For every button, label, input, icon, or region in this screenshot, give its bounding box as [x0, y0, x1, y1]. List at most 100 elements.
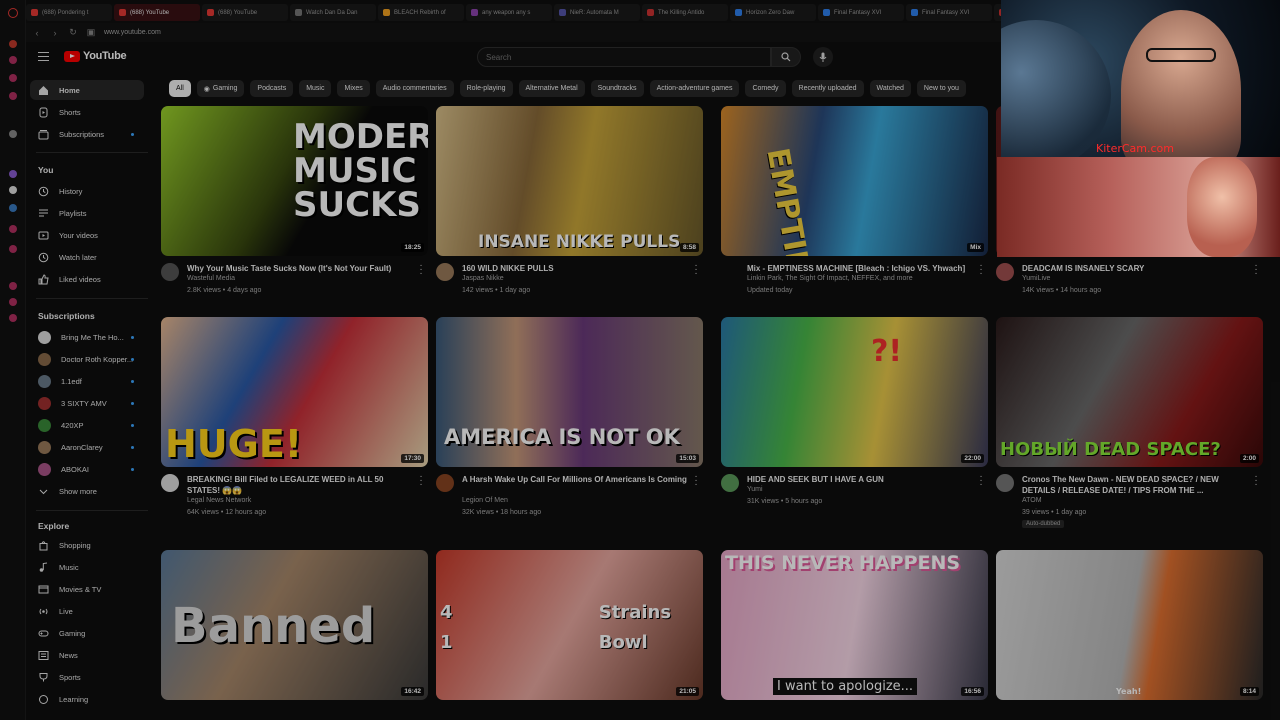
sidebar-item[interactable]: 1.1edf [30, 371, 144, 391]
browser-tab[interactable]: Final Fantasy XVI [906, 4, 992, 21]
sidebar-app-icon[interactable] [9, 245, 17, 253]
more-options-icon[interactable]: · · · [1253, 472, 1259, 490]
filter-chip[interactable]: Alternative Metal [518, 80, 585, 97]
url-text[interactable]: www.youtube.com [104, 29, 161, 36]
filter-chip[interactable]: Action-adventure games [649, 80, 740, 97]
video-card[interactable]: 4 Strains 1 Bowl 21:05 [436, 550, 703, 700]
channel-avatar[interactable] [161, 474, 179, 492]
sidebar-item[interactable]: Gaming [30, 623, 144, 643]
video-card[interactable]: INSANE NIKKE PULLS 8:58 160 WILD NIKKE PUL… [436, 106, 703, 326]
channel-name[interactable]: Jaspas Nikke [462, 275, 504, 282]
more-options-icon[interactable]: · · · [418, 472, 424, 490]
video-thumbnail[interactable]: Yeah! 8:14 [996, 550, 1263, 700]
sidebar-item[interactable]: 3 SIXTY AMV [30, 393, 144, 413]
video-thumbnail[interactable]: EMPTINESS Mix [721, 106, 988, 256]
video-thumbnail[interactable]: THIS NEVER HAPPENS I want to apologize...… [721, 550, 988, 700]
more-options-icon[interactable]: · · · [1253, 261, 1259, 279]
sidebar-item[interactable]: Your videos [30, 225, 144, 245]
filter-chip[interactable]: New to you [916, 80, 966, 97]
more-options-icon[interactable]: · · · [693, 472, 699, 490]
channel-avatar[interactable] [721, 474, 739, 492]
sidebar-item[interactable]: Live [30, 601, 144, 621]
channel-avatar[interactable] [436, 263, 454, 281]
video-card[interactable]: THIS NEVER HAPPENS I want to apologize...… [721, 550, 988, 700]
browser-tab[interactable]: (688) YouTube [114, 4, 200, 21]
browser-tab[interactable]: Final Fantasy XVI [818, 4, 904, 21]
search-input[interactable]: Search [477, 47, 771, 67]
reload-icon[interactable]: ↻ [68, 27, 78, 38]
sidebar-app-icon[interactable] [9, 282, 17, 290]
channel-name[interactable]: Legal News Network [187, 497, 251, 504]
video-title[interactable]: HIDE AND SEEK BUT I HAVE A GUN [747, 474, 975, 485]
video-title[interactable]: Why Your Music Taste Sucks Now (It's Not… [187, 263, 415, 274]
sidebar-item[interactable]: News [30, 645, 144, 665]
video-card[interactable]: Yeah! 8:14 [996, 550, 1263, 700]
sidebar-subscriptions-heading[interactable]: Subscriptions [38, 311, 95, 321]
channel-avatar[interactable] [161, 263, 179, 281]
video-card[interactable]: Banned 16:42 [161, 550, 428, 700]
video-card[interactable]: HUGE! 17:30 BREAKING! Bill Filed to LEGALI… [161, 317, 428, 537]
sidebar-item[interactable]: Learning [30, 689, 144, 709]
filter-chip[interactable]: Recently uploaded [791, 80, 864, 97]
sidebar-item[interactable]: Shopping [30, 535, 144, 555]
sidebar-app-icon[interactable] [9, 204, 17, 212]
sidebar-app-icon[interactable] [9, 298, 17, 306]
video-thumbnail[interactable]: НОВЫЙ DEAD SPACE? 2:00 [996, 317, 1263, 467]
video-title[interactable]: A Harsh Wake Up Call For Millions Of Ame… [462, 474, 690, 485]
sidebar-item[interactable]: Music [30, 557, 144, 577]
browser-tab[interactable]: Watch Dan Da Dan [290, 4, 376, 21]
browser-tab[interactable]: NieR: Automata M [554, 4, 640, 21]
sidebar-app-icon[interactable] [9, 56, 17, 64]
sidebar-item[interactable]: Playlists [30, 203, 144, 223]
sidebar-item[interactable]: Show more [30, 481, 144, 501]
sidebar-item[interactable]: AaronClarey [30, 437, 144, 457]
filter-chip[interactable]: Soundtracks [590, 80, 644, 97]
video-card[interactable]: НОВЫЙ DEAD SPACE? 2:00 Cronos The New Dawn… [996, 317, 1263, 537]
channel-name[interactable]: ATOM [1022, 497, 1042, 504]
video-title[interactable]: BREAKING! Bill Filed to LEGALIZE WEED in… [187, 474, 415, 496]
video-card[interactable]: EMPTINESS Mix Mix - EMPTINESS MACHINE [Ble… [721, 106, 988, 326]
more-options-icon[interactable]: · · · [693, 261, 699, 279]
sidebar-item[interactable]: 420XP [30, 415, 144, 435]
more-options-icon[interactable]: · · · [418, 261, 424, 279]
video-card[interactable]: ?! 22:00 HIDE AND SEEK BUT I HAVE A GUN Yum… [721, 317, 988, 537]
video-thumbnail[interactable]: Banned 16:42 [161, 550, 428, 700]
sidebar-app-icon[interactable] [9, 40, 17, 48]
forward-icon[interactable]: › [50, 28, 60, 38]
sidebar-app-icon[interactable] [9, 92, 17, 100]
browser-tab[interactable]: (688) Pondering t [26, 4, 112, 21]
sidebar-item[interactable]: Home [30, 80, 144, 100]
browser-tab[interactable]: BLEACH Rebirth of [378, 4, 464, 21]
more-options-icon[interactable]: · · · [978, 261, 984, 279]
video-card[interactable]: AMERICA IS NOT OK 15:03 A Harsh Wake Up Ca… [436, 317, 703, 537]
youtube-logo[interactable]: YouTube [64, 50, 127, 62]
video-card[interactable]: MODERN MUSIC SUCKS 18:25 Why Your Music Ta… [161, 106, 428, 326]
video-title[interactable]: Mix - EMPTINESS MACHINE [Bleach : Ichigo… [747, 263, 975, 274]
sidebar-item[interactable]: Bring Me The Ho... [30, 327, 144, 347]
video-thumbnail[interactable]: 4 Strains 1 Bowl 21:05 [436, 550, 703, 700]
sidebar-item[interactable]: Shorts [30, 102, 144, 122]
video-thumbnail[interactable]: HUGE! 17:30 [161, 317, 428, 467]
sidebar-you-heading[interactable]: You [38, 165, 53, 175]
sidebar-item[interactable]: Watch later [30, 247, 144, 267]
opera-logo-icon[interactable] [8, 8, 18, 18]
filter-chip[interactable]: Watched [869, 80, 911, 97]
sidebar-app-icon[interactable] [9, 225, 17, 233]
video-thumbnail[interactable]: ?! 22:00 [721, 317, 988, 467]
search-button[interactable] [771, 47, 801, 67]
sidebar-item[interactable]: Sports [30, 667, 144, 687]
channel-name[interactable]: Yumi [747, 486, 763, 493]
menu-icon[interactable] [38, 52, 49, 61]
channel-avatar[interactable] [436, 474, 454, 492]
filter-chip[interactable]: Comedy [745, 80, 786, 97]
filter-chip[interactable]: Mixes [337, 80, 370, 97]
x-icon[interactable] [9, 186, 17, 194]
sidebar-app-icon[interactable] [9, 130, 17, 138]
sidebar-app-icon[interactable] [9, 314, 17, 322]
filter-chip[interactable]: Audio commentaries [375, 80, 454, 97]
video-thumbnail[interactable]: INSANE NIKKE PULLS 8:58 [436, 106, 703, 256]
channel-name[interactable]: Legion Of Men [462, 497, 508, 504]
sidebar-item[interactable]: History [30, 181, 144, 201]
sidebar-item[interactable]: Doctor Roth Kopper... [30, 349, 144, 369]
sidebar-item[interactable]: Subscriptions [30, 124, 144, 144]
